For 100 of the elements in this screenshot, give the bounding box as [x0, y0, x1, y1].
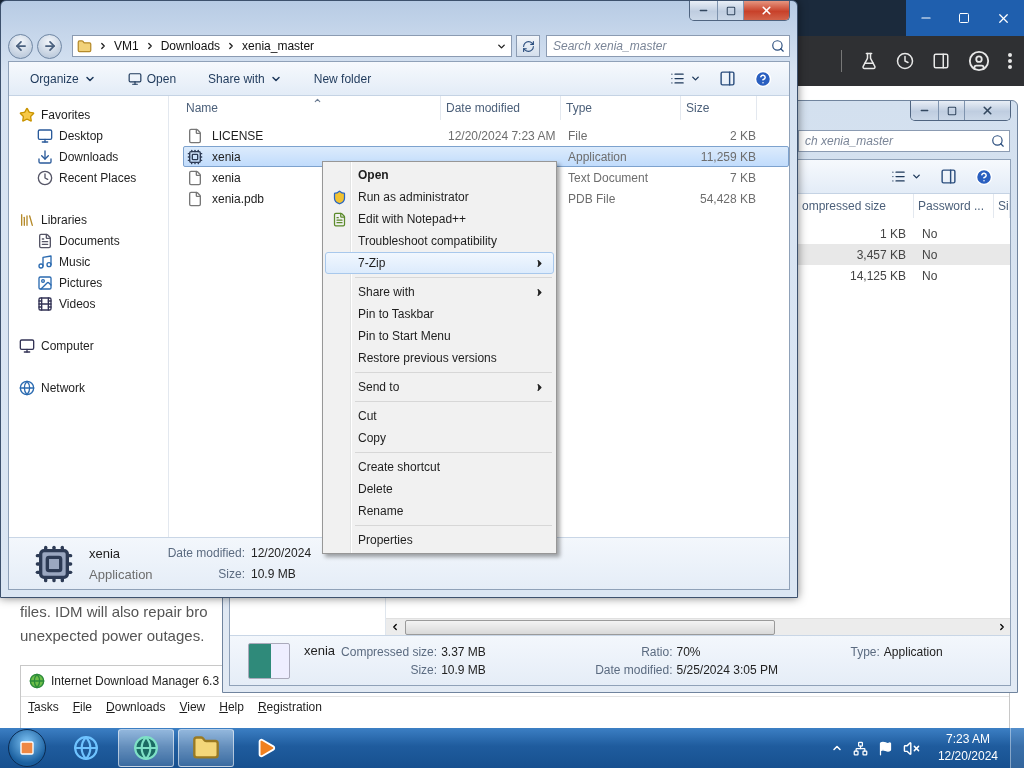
field-value: Application	[883, 644, 943, 659]
menu-item[interactable]: Open	[325, 164, 554, 186]
menu-item[interactable]: Help	[219, 700, 244, 714]
menu-item[interactable]: Restore previous versions	[325, 347, 554, 369]
field-value: 3.37 MB	[441, 644, 487, 659]
file-icon	[187, 190, 203, 207]
column-header[interactable]: Type	[561, 96, 681, 120]
refresh-icon	[521, 39, 535, 53]
field-label: Date modified:	[166, 544, 245, 562]
menu-item[interactable]: 7-Zip	[325, 252, 554, 274]
menu-item[interactable]: Delete	[325, 478, 554, 500]
nav-item[interactable]: Pictures	[37, 272, 168, 293]
submenu-arrow-icon	[534, 257, 545, 269]
music-note-icon	[37, 253, 53, 270]
nav-item[interactable]: Recent Places	[37, 167, 168, 188]
library-icon	[19, 211, 35, 228]
menu-item[interactable]: Registration	[257, 700, 322, 714]
close-button[interactable]	[964, 101, 1010, 120]
pane-icon	[940, 168, 957, 185]
menu-item[interactable]: Properties	[325, 529, 554, 551]
menu-item[interactable]: Share with	[325, 281, 554, 303]
network-icon[interactable]	[852, 740, 868, 756]
search-box[interactable]: Search xenia_master	[546, 35, 790, 57]
file-date: 12/20/2024 7:23 AM	[447, 128, 557, 143]
more-menu-button[interactable]	[1008, 53, 1012, 69]
toolbar-button[interactable]: New folder	[306, 66, 379, 91]
search-input[interactable]: ch xenia_master	[805, 134, 991, 148]
scroll-thumb[interactable]	[405, 619, 775, 635]
show-desktop-button[interactable]	[1010, 728, 1024, 768]
refresh-button[interactable]	[516, 35, 540, 57]
menu-item[interactable]: Troubleshoot compatibility	[325, 230, 554, 252]
breadcrumb-item[interactable]: xenia_master	[242, 39, 315, 53]
archive-row[interactable]: 14,125 KB No	[798, 265, 1010, 286]
menu-item[interactable]: Copy	[325, 427, 554, 449]
history-button[interactable]	[896, 52, 914, 70]
menu-item[interactable]: Run as administrator	[325, 186, 554, 208]
toolbar-button[interactable]: Open	[120, 66, 184, 91]
breadcrumb-item[interactable]: Downloads	[160, 39, 221, 53]
nav-item[interactable]: Favorites	[19, 104, 168, 125]
nav-item[interactable]: Downloads	[37, 146, 168, 167]
menu-item[interactable]: Downloads	[106, 700, 166, 714]
nav-item[interactable]: Network	[19, 377, 168, 398]
back-button[interactable]	[8, 33, 33, 59]
address-bar[interactable]: VM1 Downloads xenia_master	[72, 35, 512, 57]
taskbar-app[interactable]	[118, 729, 174, 767]
archive-row[interactable]: 1 KB No	[798, 223, 1010, 244]
breadcrumb-item[interactable]: VM1	[114, 39, 139, 53]
side-panel-button[interactable]	[932, 52, 950, 70]
maximize-button[interactable]	[717, 1, 743, 20]
menu-item[interactable]: Tasks	[28, 700, 59, 714]
menu-item[interactable]: Rename	[325, 500, 554, 522]
list-view-icon	[670, 71, 685, 86]
maximize-button[interactable]	[938, 101, 964, 120]
menu-item[interactable]: Pin to Taskbar	[325, 303, 554, 325]
flag-icon[interactable]	[877, 740, 893, 756]
column-header[interactable]: Date modified	[441, 96, 561, 120]
menu-item[interactable]: Create shortcut	[325, 456, 554, 478]
column-header[interactable]: Name	[181, 96, 441, 120]
compressed-size: 14,125 KB	[848, 268, 907, 283]
toolbar-button[interactable]: Share with	[201, 66, 289, 91]
file-name: LICENSE	[211, 128, 265, 143]
start-button[interactable]	[8, 729, 46, 767]
menu-item[interactable]: File	[72, 700, 93, 714]
menu-item[interactable]: View	[179, 700, 206, 714]
close-icon	[981, 104, 994, 117]
pane-icon	[719, 70, 736, 87]
clock-date: 12/20/2024	[937, 748, 998, 765]
nav-item[interactable]: Music	[37, 251, 168, 272]
menu-item[interactable]: Cut	[325, 405, 554, 427]
menu-item[interactable]: Send to	[325, 376, 554, 398]
password-value: No	[921, 268, 939, 283]
taskbar-app[interactable]	[178, 729, 234, 767]
flask-button[interactable]	[860, 52, 878, 70]
file-size: 7 KB	[729, 170, 757, 185]
nav-item[interactable]: Documents	[37, 230, 168, 251]
file-name: xenia	[211, 170, 242, 185]
column-header[interactable]: Size	[681, 96, 757, 120]
close-button[interactable]	[743, 1, 789, 20]
file-icon	[187, 169, 203, 186]
nav-item[interactable]: Computer	[19, 335, 168, 356]
restore-icon	[958, 12, 971, 24]
close-icon	[760, 4, 773, 17]
nav-item[interactable]: Desktop	[37, 125, 168, 146]
column-header[interactable]: Password ...	[914, 194, 994, 218]
menu-item[interactable]: Edit with Notepad++	[325, 208, 554, 230]
column-header[interactable]: Si	[994, 194, 1010, 218]
forward-button[interactable]	[37, 33, 62, 59]
nav-item[interactable]: Videos	[37, 293, 168, 314]
speaker-muted-icon[interactable]	[902, 739, 920, 757]
file-type: Application	[88, 565, 154, 584]
search-box[interactable]: ch xenia_master	[798, 130, 1010, 152]
globe-icon	[133, 735, 159, 761]
toolbar-button[interactable]: Organize	[23, 66, 103, 91]
archive-row[interactable]: 3,457 KB No	[798, 244, 1010, 265]
nav-item[interactable]: Libraries	[19, 209, 168, 230]
profile-button[interactable]	[968, 50, 990, 72]
restore-button[interactable]	[958, 12, 971, 24]
menu-item[interactable]: Pin to Start Menu	[325, 325, 554, 347]
search-input[interactable]: Search xenia_master	[553, 39, 771, 53]
horizontal-scrollbar[interactable]	[386, 618, 1010, 635]
